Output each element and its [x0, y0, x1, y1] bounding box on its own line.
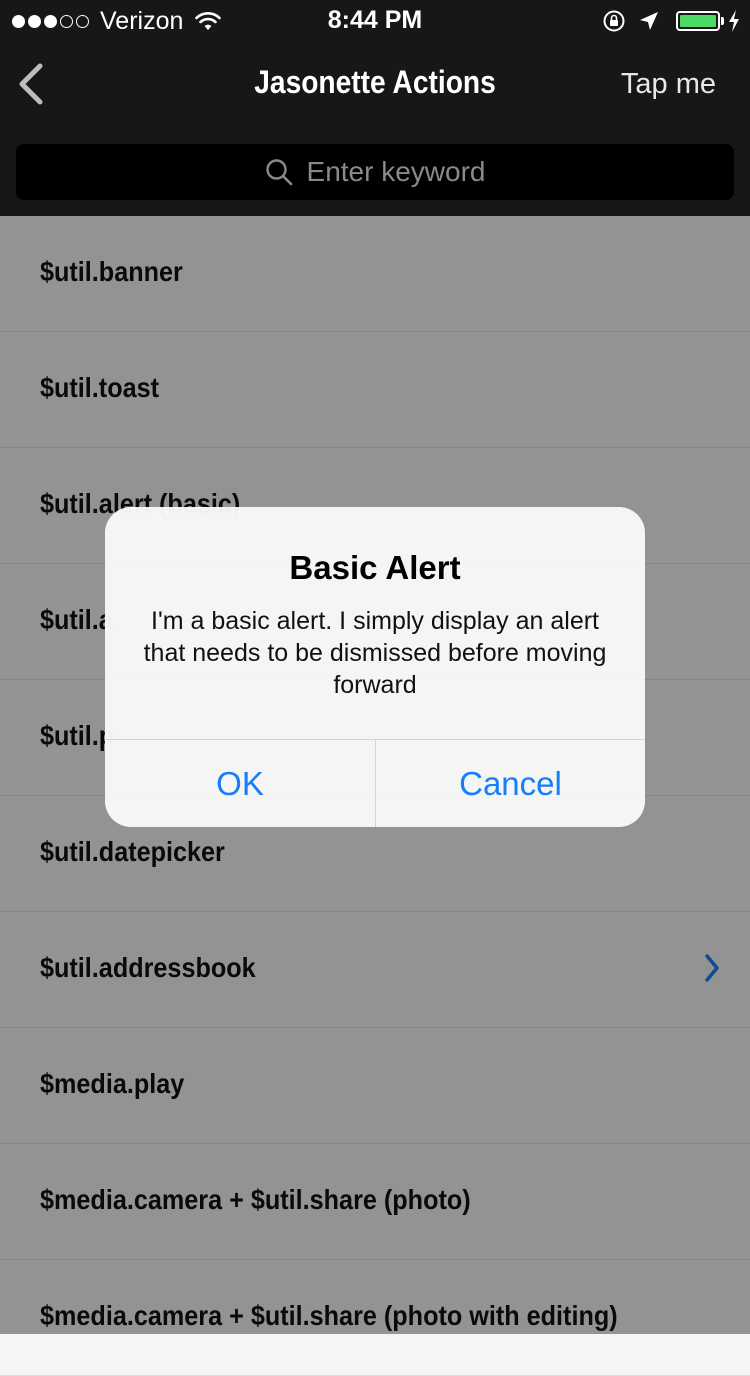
location-icon: [640, 12, 658, 30]
charging-bolt-icon: [729, 10, 739, 32]
alert-title: Basic Alert: [289, 549, 461, 586]
status-right: [602, 8, 740, 34]
ok-button[interactable]: OK: [105, 740, 375, 827]
battery-icon: [676, 11, 720, 31]
page-title: Jasonette Actions: [254, 64, 496, 100]
alert-dialog: Basic Alert I'm a basic alert. I simply …: [105, 507, 645, 827]
tap-me-button[interactable]: Tap me: [621, 68, 716, 101]
orientation-lock-icon: [603, 10, 625, 32]
search-input[interactable]: Enter keyword: [307, 156, 486, 188]
battery-indicator: [664, 11, 724, 31]
cancel-button[interactable]: Cancel: [376, 740, 645, 827]
alert-message: I'm a basic alert. I simply display an a…: [143, 607, 607, 699]
header: Verizon 8:44 PM Jasonette Actions Tap me…: [0, 0, 750, 216]
search-icon: [265, 159, 292, 186]
navigation-bar: Jasonette Actions Tap me: [0, 40, 750, 128]
battery-fill: [680, 15, 716, 27]
battery-tip: [721, 17, 724, 25]
search-bar[interactable]: Enter keyword: [16, 144, 734, 200]
status-bar: Verizon 8:44 PM: [0, 0, 750, 40]
